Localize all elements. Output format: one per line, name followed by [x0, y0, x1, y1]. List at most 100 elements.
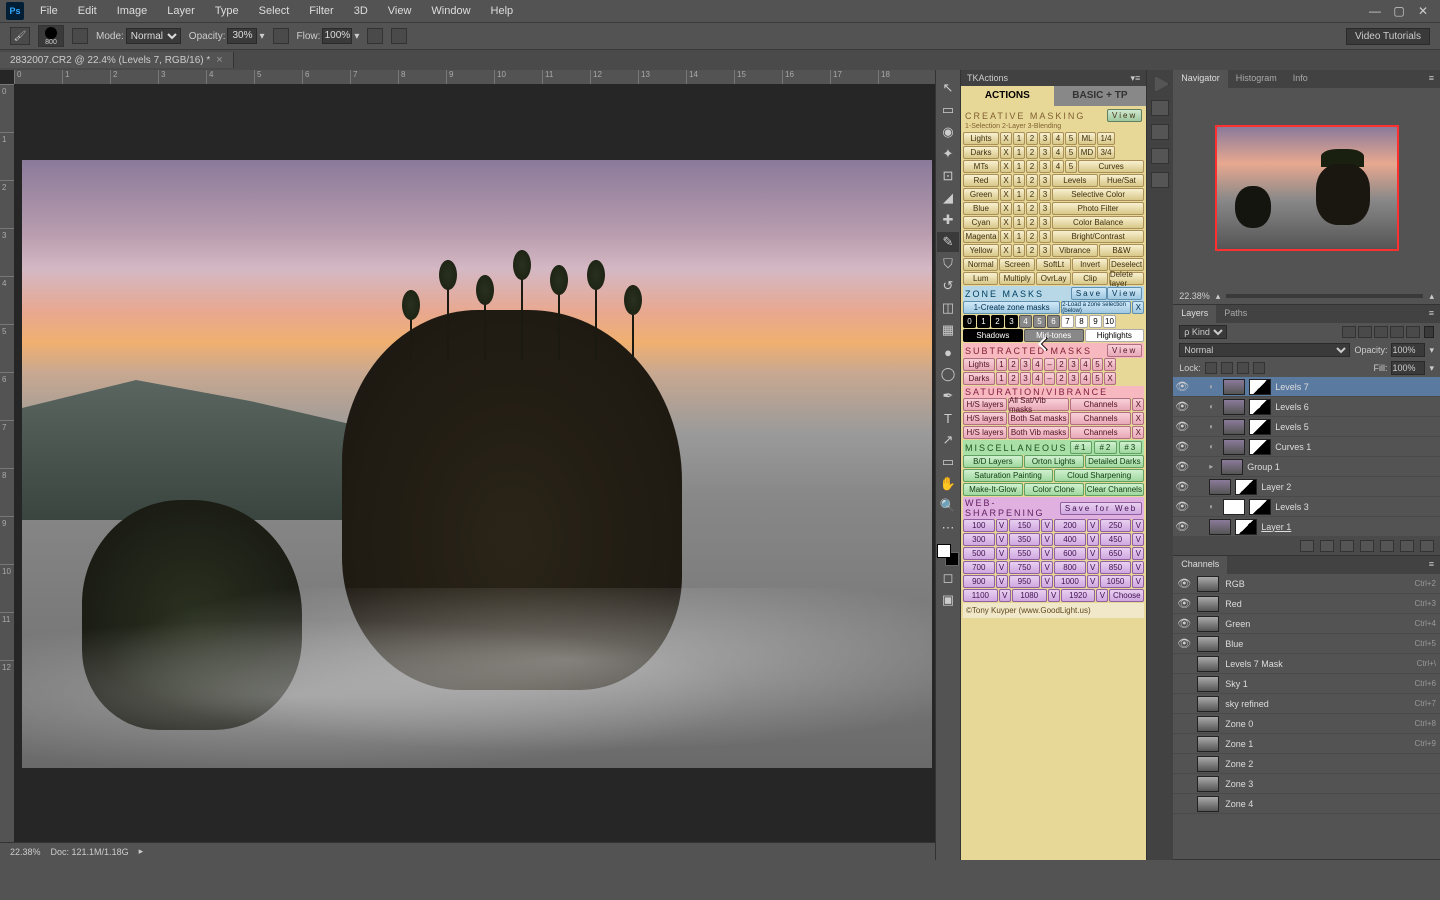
channel-row[interactable]: Zone 2: [1173, 754, 1440, 774]
lock-trans-icon[interactable]: [1205, 362, 1217, 374]
cm-n[interactable]: 5: [1065, 132, 1077, 145]
menu-edit[interactable]: Edit: [70, 3, 105, 19]
cm-n[interactable]: 4: [1052, 146, 1064, 159]
cm-mode[interactable]: Delete layer: [1109, 272, 1144, 285]
zone-4[interactable]: 4: [1019, 315, 1032, 328]
cm-e[interactable]: Levels: [1052, 174, 1098, 187]
paragraph-icon[interactable]: [1151, 124, 1169, 140]
move-tool[interactable]: ↖: [937, 78, 959, 98]
gradient-tool[interactable]: ▦: [937, 320, 959, 340]
zoom-tool[interactable]: 🔍: [937, 496, 959, 516]
brush-tool-icon[interactable]: 🖌: [10, 27, 30, 45]
layer-thumb[interactable]: [1223, 499, 1245, 515]
history-brush-tool[interactable]: ↺: [937, 276, 959, 296]
channel-row[interactable]: Sky 1Ctrl+6: [1173, 674, 1440, 694]
blend-mode[interactable]: Normal: [1179, 343, 1350, 357]
group-icon[interactable]: [1380, 540, 1394, 552]
layer-thumb[interactable]: [1221, 459, 1243, 475]
canvas-area[interactable]: 0123456789101112131415161718 01234567891…: [0, 70, 935, 860]
stamp-tool[interactable]: ⛉: [937, 254, 959, 274]
tab-navigator[interactable]: Navigator: [1173, 70, 1228, 88]
zone-5[interactable]: 5: [1033, 315, 1046, 328]
layer-row[interactable]: 👁◐Levels 7: [1173, 377, 1440, 397]
menu-help[interactable]: Help: [483, 3, 522, 19]
visibility-icon[interactable]: 👁: [1175, 380, 1189, 393]
layer-thumb[interactable]: [1223, 419, 1245, 435]
layer-name[interactable]: Levels 5: [1275, 422, 1309, 432]
cm-n[interactable]: 2: [1026, 188, 1038, 201]
trash-icon[interactable]: [1420, 540, 1434, 552]
tk-tab-actions[interactable]: ACTIONS: [961, 86, 1054, 106]
cm-mode[interactable]: Clip: [1072, 272, 1107, 285]
cm-n[interactable]: 3: [1039, 216, 1051, 229]
zoom-readout[interactable]: 22.38%: [10, 847, 41, 857]
styles-icon[interactable]: [1151, 172, 1169, 188]
hand-tool[interactable]: ✋: [937, 474, 959, 494]
cm-n[interactable]: 3: [1039, 188, 1051, 201]
menu-window[interactable]: Window: [423, 3, 478, 19]
cm-Green[interactable]: Green: [963, 188, 999, 201]
link-layers-icon[interactable]: [1300, 540, 1314, 552]
layer-opacity[interactable]: [1391, 343, 1425, 357]
zoom-slider[interactable]: [1226, 294, 1423, 298]
cm-x[interactable]: X: [1000, 188, 1012, 201]
layer-name[interactable]: Levels 3: [1275, 502, 1309, 512]
layer-mask[interactable]: [1249, 499, 1271, 515]
cm-n[interactable]: 1: [1013, 188, 1025, 201]
close-tab-icon[interactable]: ×: [216, 54, 222, 66]
quickmask-icon[interactable]: ◻: [937, 568, 959, 588]
tab-histogram[interactable]: Histogram: [1228, 70, 1285, 88]
zoom-in-icon[interactable]: ▴: [1429, 291, 1434, 302]
cm-n[interactable]: 1: [1013, 174, 1025, 187]
visibility-icon[interactable]: 👁: [1175, 520, 1189, 533]
layer-row[interactable]: 👁▸Group 1: [1173, 457, 1440, 477]
edit-toolbar[interactable]: ⋯: [937, 518, 959, 538]
cm-n[interactable]: 4: [1052, 132, 1064, 145]
play-icon[interactable]: [1151, 76, 1169, 92]
cm-x[interactable]: X: [1000, 230, 1012, 243]
heal-tool[interactable]: ✚: [937, 210, 959, 230]
layer-name[interactable]: Levels 7: [1275, 382, 1309, 392]
cm-n[interactable]: 2: [1026, 146, 1038, 159]
cm-n[interactable]: 2: [1026, 132, 1038, 145]
cm-n[interactable]: 1: [1013, 160, 1025, 173]
dodge-tool[interactable]: ◯: [937, 364, 959, 384]
cm-e[interactable]: Hue/Sat: [1099, 174, 1145, 187]
cm-e[interactable]: B&W: [1099, 244, 1145, 257]
cm-mode[interactable]: Lum: [963, 272, 998, 285]
panel-menu-icon[interactable]: ≡: [1423, 70, 1440, 88]
filter-type-icon[interactable]: [1374, 326, 1388, 338]
zone-2[interactable]: 2: [991, 315, 1004, 328]
cm-n[interactable]: 1: [1013, 230, 1025, 243]
layer-row[interactable]: 👁◐Curves 1: [1173, 437, 1440, 457]
cm-n[interactable]: 1: [1013, 244, 1025, 257]
cm-n[interactable]: 3: [1039, 160, 1051, 173]
zone-3[interactable]: 3: [1005, 315, 1018, 328]
menu-3d[interactable]: 3D: [346, 3, 376, 19]
cm-Magenta[interactable]: Magenta: [963, 230, 999, 243]
cm-n[interactable]: 2: [1026, 216, 1038, 229]
cm-mode[interactable]: OvrLay: [1036, 272, 1071, 285]
channel-row[interactable]: Zone 0Ctrl+8: [1173, 714, 1440, 734]
cm-x[interactable]: X: [1000, 216, 1012, 229]
minimize-button[interactable]: —: [1364, 3, 1386, 19]
cm-mode[interactable]: SoftLt: [1036, 258, 1071, 271]
cm-w[interactable]: Selective Color: [1052, 188, 1144, 201]
channel-row[interactable]: 👁BlueCtrl+5: [1173, 634, 1440, 654]
layer-fill[interactable]: [1391, 361, 1425, 375]
menu-filter[interactable]: Filter: [301, 3, 341, 19]
cm-n[interactable]: 1: [1013, 216, 1025, 229]
cm-Red[interactable]: Red: [963, 174, 999, 187]
type-tool[interactable]: T: [937, 408, 959, 428]
cm-mode[interactable]: Normal: [963, 258, 998, 271]
zone-9[interactable]: 9: [1089, 315, 1102, 328]
color-swatch[interactable]: [937, 544, 959, 566]
layer-mask[interactable]: [1235, 519, 1257, 535]
eyedropper-tool[interactable]: ◢: [937, 188, 959, 208]
brush-preset-dropdown[interactable]: 800: [38, 25, 64, 47]
menu-layer[interactable]: Layer: [159, 3, 203, 19]
layer-name[interactable]: Layer 1: [1261, 522, 1291, 532]
channel-row[interactable]: Levels 7 MaskCtrl+\: [1173, 654, 1440, 674]
cm-n[interactable]: 1: [1013, 146, 1025, 159]
filter-pixel-icon[interactable]: [1342, 326, 1356, 338]
